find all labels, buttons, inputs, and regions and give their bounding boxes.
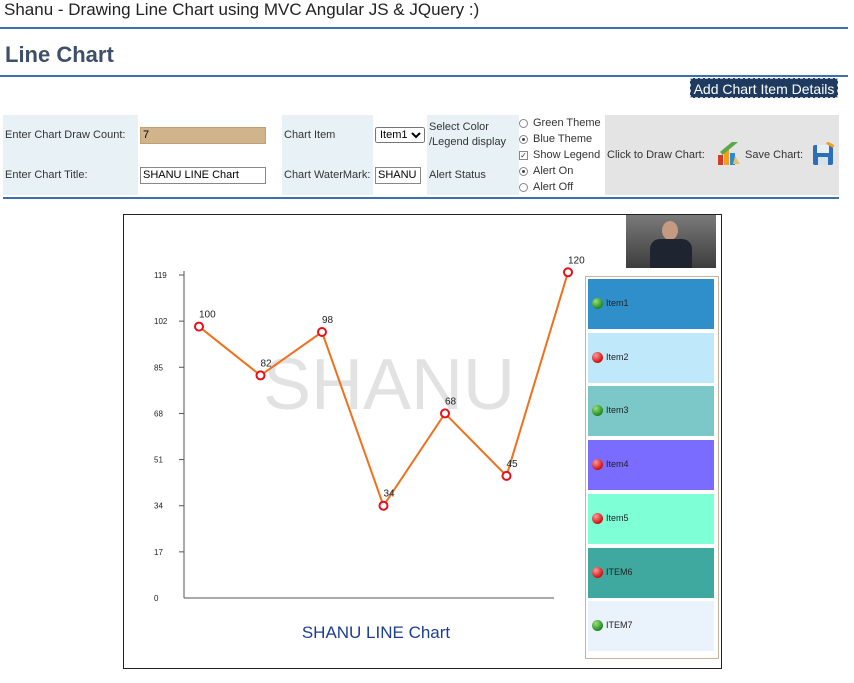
y-tick-label: 68 <box>154 409 163 418</box>
red-status-icon <box>592 566 603 578</box>
data-label: 45 <box>507 459 519 470</box>
legend-item: Item4 <box>588 440 714 491</box>
option-green-theme[interactable]: Green Theme <box>519 115 605 131</box>
red-status-icon <box>592 459 603 471</box>
alert-status-label: Alert Status <box>427 155 519 195</box>
count-label: Enter Chart Draw Count: <box>3 115 138 155</box>
option-show-legend[interactable]: ✓ Show Legend <box>519 147 605 163</box>
option-label: Alert On <box>533 165 574 177</box>
data-point <box>563 267 573 278</box>
author-photo <box>626 215 716 268</box>
red-status-icon <box>592 512 603 524</box>
select-color-label: Select Color /Legend display <box>427 115 519 155</box>
watermark-cell <box>373 155 427 195</box>
select-color-label-line2: /Legend display <box>429 136 507 148</box>
chart-item-label: Chart Item <box>282 115 373 155</box>
radio-button[interactable] <box>519 166 528 176</box>
radio-button[interactable] <box>519 134 528 144</box>
options-list: Green Theme Blue Theme ✓ Show Legend Alert O… <box>519 115 605 195</box>
y-tick-label: 34 <box>154 502 163 511</box>
section-divider <box>0 75 848 77</box>
section-title: Line Chart <box>5 42 114 67</box>
draw-count-input[interactable] <box>140 126 266 144</box>
count-cell <box>138 115 282 155</box>
legend-label: Item2 <box>606 351 629 362</box>
legend-label: Item4 <box>606 459 629 470</box>
data-label: 82 <box>261 358 273 369</box>
legend-label: Item5 <box>606 512 629 523</box>
green-status-icon <box>592 298 603 309</box>
page-header: Shanu - Drawing Line Chart using MVC Ang… <box>4 0 480 19</box>
option-alert-off[interactable]: Alert Off <box>519 179 605 195</box>
draw-cell <box>715 115 743 195</box>
save-chart-icon[interactable] <box>812 140 836 166</box>
data-point <box>501 470 512 481</box>
y-tick-label: 119 <box>154 271 167 280</box>
radio-button[interactable] <box>519 118 528 128</box>
option-label: Green Theme <box>533 117 601 129</box>
chart-title: SHANU LINE Chart <box>301 623 451 642</box>
legend-item: Item5 <box>588 493 714 544</box>
chart-title-input[interactable] <box>140 166 266 184</box>
select-color-label-line1: Select Color <box>429 121 489 133</box>
checkbox[interactable]: ✓ <box>519 150 528 160</box>
option-label: Show Legend <box>533 149 601 161</box>
data-label: 34 <box>384 489 396 500</box>
legend-item: Item2 <box>588 332 714 383</box>
watermark-label: Chart WaterMark: <box>282 155 373 195</box>
chart-legend: Item1 Item2 Item3 Item4 Item5 ITEM6 ITEM7 <box>585 276 719 659</box>
chart-item-cell: Item1 <box>373 115 427 155</box>
option-label: Blue Theme <box>533 133 593 145</box>
draw-label: Click to Draw Chart: <box>605 115 715 195</box>
add-chart-item-details-button[interactable]: Add Chart Item Details <box>690 78 838 98</box>
chart-controls-table: Enter Chart Draw Count: Chart Item Item1… <box>3 115 839 195</box>
y-tick-label: 102 <box>154 317 168 326</box>
legend-item: ITEM6 <box>588 547 714 598</box>
chart-title-cell <box>138 155 282 195</box>
chart-title-label: Enter Chart Title: <box>3 155 138 195</box>
option-blue-theme[interactable]: Blue Theme <box>519 131 605 147</box>
y-tick-label: 0 <box>154 594 159 603</box>
data-label: 98 <box>322 315 334 326</box>
photo-head <box>662 221 678 240</box>
chart-watermark: SHANU <box>263 345 515 425</box>
legend-item: Item3 <box>588 386 714 437</box>
green-status-icon <box>592 405 603 417</box>
data-point <box>440 408 450 419</box>
red-status-icon <box>592 351 603 363</box>
data-label: 120 <box>568 255 585 266</box>
option-alert-on[interactable]: Alert On <box>519 163 605 179</box>
legend-item: Item1 <box>588 279 714 329</box>
radio-button[interactable] <box>519 182 528 192</box>
controls-divider <box>3 197 839 199</box>
data-point <box>317 327 327 337</box>
legend-label: ITEM6 <box>606 566 633 577</box>
data-point <box>255 370 266 381</box>
data-point <box>194 321 204 332</box>
options-cell: Green Theme Blue Theme ✓ Show Legend Alert O… <box>519 115 605 195</box>
legend-label: Item1 <box>606 298 629 308</box>
option-label: Alert Off <box>533 181 574 193</box>
legend-label: Item3 <box>606 405 629 416</box>
y-tick-label: 85 <box>154 363 163 372</box>
y-tick-label: 51 <box>154 456 163 465</box>
chart-item-select[interactable]: Item1 <box>375 127 425 143</box>
save-label: Save Chart: <box>743 115 809 195</box>
data-point <box>378 500 389 511</box>
data-label: 68 <box>445 396 457 407</box>
y-tick-label: 17 <box>154 548 163 557</box>
draw-chart-icon[interactable] <box>717 138 741 166</box>
data-label: 100 <box>199 310 216 321</box>
chart-canvas: SHANU 0 17 34 51 68 85 102 119 100 82 98 34 68 45 120 I… <box>123 214 722 669</box>
photo-body <box>650 239 692 268</box>
header-divider <box>0 27 848 29</box>
save-cell <box>809 115 839 195</box>
watermark-input[interactable] <box>375 166 421 184</box>
